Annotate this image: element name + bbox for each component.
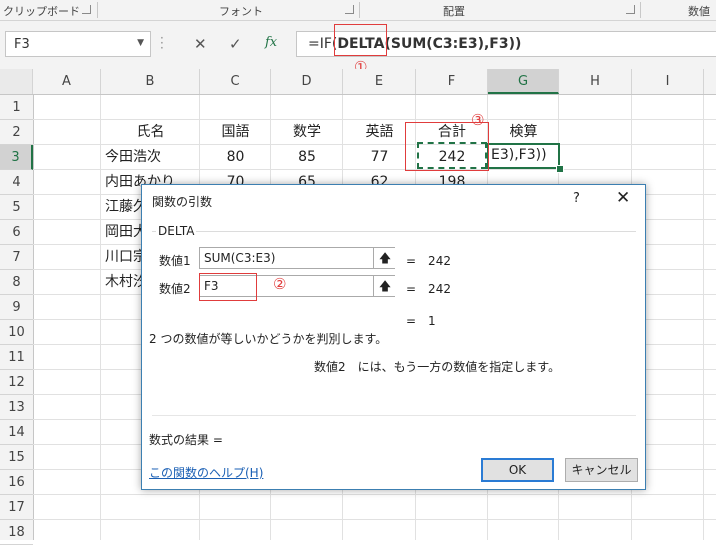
arg2-label: 数値2	[159, 282, 191, 296]
row-header[interactable]: 18	[0, 520, 33, 545]
cell-c3[interactable]: 80	[200, 145, 271, 170]
chevron-down-icon[interactable]: ▼	[137, 38, 144, 48]
formula-result-label: 数式の結果 =	[149, 433, 223, 447]
function-arguments-dialog: 関数の引数 ? ✕ DELTA 数値1 SUM(C3:E3) 🡅 = 242 数…	[141, 184, 646, 490]
annotation-box-2	[199, 273, 257, 301]
alignment-launcher-icon[interactable]	[626, 5, 635, 14]
dialog-divider	[152, 415, 636, 416]
name-box-value: F3	[14, 37, 30, 52]
row-header[interactable]: 17	[0, 495, 33, 520]
insert-function-icon[interactable]: fx	[265, 35, 277, 50]
row-header[interactable]: 5	[0, 195, 33, 220]
row-header[interactable]: 1	[0, 95, 33, 120]
function-result: = 1	[406, 314, 436, 328]
cell-c2[interactable]: 国語	[200, 120, 271, 145]
font-launcher-icon[interactable]	[345, 5, 354, 14]
annotation-3: ③	[471, 111, 485, 129]
name-box[interactable]: F3 ▼	[5, 31, 151, 57]
row-header[interactable]: 15	[0, 445, 33, 470]
row-header[interactable]: 6	[0, 220, 33, 245]
formula-bar-buttons: ✕ ✓ fx	[183, 31, 293, 57]
row-header[interactable]: 8	[0, 270, 33, 295]
row-header[interactable]: 16	[0, 470, 33, 495]
arg1-value: SUM(C3:E3)	[204, 251, 276, 265]
arg1-result: = 242	[406, 254, 451, 268]
cell-g2[interactable]: 検算	[488, 120, 559, 145]
row-header[interactable]: 4	[0, 170, 33, 195]
annotation-box-1	[334, 24, 387, 56]
ribbon-group-labels: クリップボード フォント 配置 数値	[0, 0, 716, 21]
cell-d2[interactable]: 数学	[271, 120, 343, 145]
fill-handle[interactable]	[556, 165, 564, 173]
active-cell-edit-text: E3),F3))	[491, 147, 547, 163]
row-header[interactable]: 9	[0, 295, 33, 320]
enter-check-icon[interactable]: ✓	[229, 35, 242, 53]
active-cell-g3[interactable]: E3),F3))	[487, 143, 560, 169]
cancel-icon[interactable]: ✕	[194, 35, 207, 53]
row-headers: 1 2 3 4 5 6 7 8 9 10 11 12 13 14 15 16 1…	[0, 95, 34, 545]
ribbon-group-alignment: 配置	[443, 5, 465, 18]
row-header[interactable]: 13	[0, 395, 33, 420]
column-header-f[interactable]: F	[416, 69, 488, 94]
annotation-box-3	[405, 122, 489, 171]
function-description: 2 つの数値が等しいかどうかを判別します。	[149, 332, 388, 346]
cancel-button[interactable]: キャンセル	[565, 458, 638, 482]
argument-help: 数値2 には、もう一方の数値を指定します。	[314, 360, 561, 374]
arg1-label: 数値1	[159, 254, 191, 268]
column-header-d[interactable]: D	[271, 69, 343, 94]
close-icon[interactable]: ✕	[616, 188, 630, 208]
ribbon-group-number: 数値	[688, 5, 710, 18]
annotation-2: ②	[273, 275, 287, 293]
formula-prefix: =IF(	[308, 36, 338, 52]
cell-d3[interactable]: 85	[271, 145, 343, 170]
function-name: DELTA	[156, 224, 197, 238]
arg1-collapse-icon[interactable]: 🡅	[373, 248, 396, 268]
formula-rest: (SUM(C3:E3),F3))	[384, 36, 522, 52]
row-header[interactable]: 7	[0, 245, 33, 270]
clipboard-launcher-icon[interactable]	[82, 5, 91, 14]
formula-bar-grip-icon[interactable]: · · ·	[160, 32, 164, 54]
column-headers: A B C D E F G H I	[0, 69, 716, 95]
row-header[interactable]: 14	[0, 420, 33, 445]
cell-b2[interactable]: 氏名	[101, 120, 200, 145]
column-header-e[interactable]: E	[343, 69, 416, 94]
column-header-i[interactable]: I	[632, 69, 704, 94]
cell-b3[interactable]: 今田浩次	[101, 145, 200, 170]
function-help-link[interactable]: この関数のヘルプ(H)	[149, 464, 263, 481]
column-header-a[interactable]: A	[33, 69, 101, 94]
help-icon[interactable]: ?	[573, 191, 580, 206]
ribbon-group-clipboard: クリップボード	[3, 5, 80, 18]
row-header[interactable]: 11	[0, 345, 33, 370]
column-header-b[interactable]: B	[101, 69, 200, 94]
row-header[interactable]: 2	[0, 120, 33, 145]
row-header[interactable]: 10	[0, 320, 33, 345]
select-all-corner[interactable]	[0, 69, 33, 94]
row-header[interactable]: 3	[0, 145, 33, 170]
arg2-collapse-icon[interactable]: 🡅	[373, 276, 396, 296]
arg1-input[interactable]: SUM(C3:E3) 🡅	[199, 247, 396, 269]
ribbon-group-font: フォント	[219, 5, 263, 18]
column-header-g[interactable]: G	[488, 69, 559, 94]
row-header[interactable]: 12	[0, 370, 33, 395]
column-header-c[interactable]: C	[200, 69, 271, 94]
column-header-h[interactable]: H	[559, 69, 632, 94]
dialog-title: 関数の引数	[152, 195, 213, 209]
arg2-result: = 242	[406, 282, 451, 296]
ok-button[interactable]: OK	[481, 458, 554, 482]
